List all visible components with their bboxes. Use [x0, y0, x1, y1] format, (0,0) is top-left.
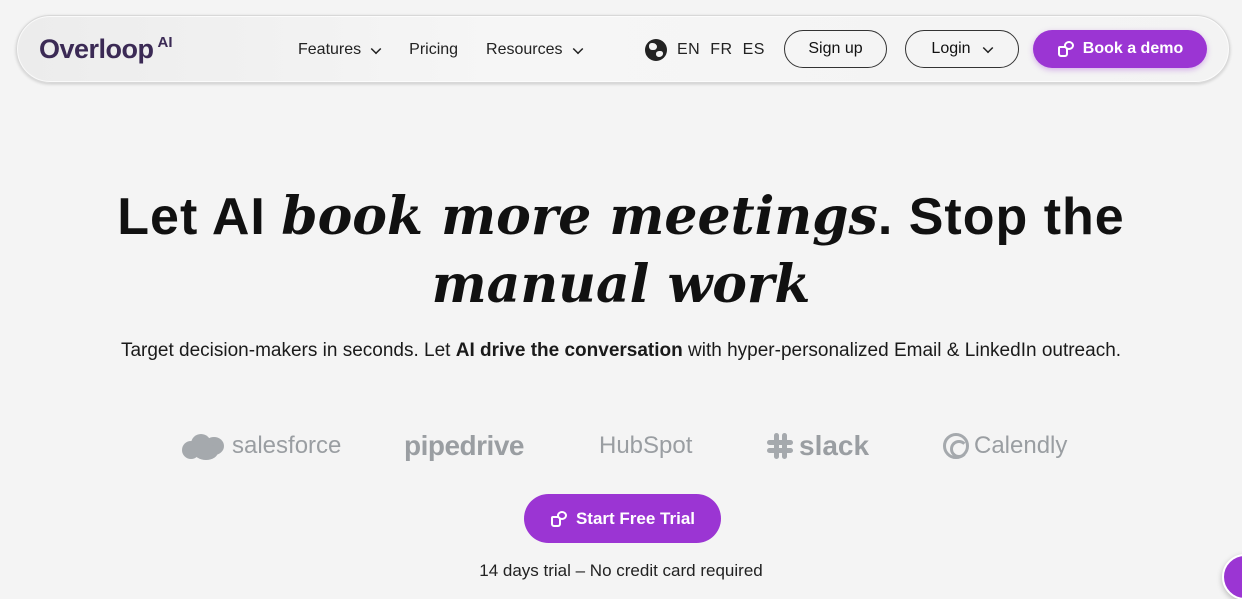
- nav-item-label: Resources: [486, 41, 563, 58]
- hubspot-wordmark: HubSpot: [599, 432, 693, 459]
- subheadline-text: with hyper-personalized Email & LinkedIn…: [682, 340, 1122, 361]
- headline-text: Let AI: [117, 188, 282, 246]
- chevron-down-icon: [370, 43, 382, 54]
- headline-text: . Stop the: [877, 188, 1125, 246]
- hero-headline: Let AI book more meetings. Stop the manu…: [0, 183, 1242, 319]
- login-dropdown-button[interactable]: Login: [905, 30, 1019, 68]
- integration-logos: salesforce pipedrive HubSpot slack Calen…: [0, 426, 1242, 466]
- subheadline-bold: AI drive the conversation: [455, 340, 683, 361]
- language-es[interactable]: ES: [743, 41, 765, 59]
- slack-logo: slack: [766, 426, 869, 466]
- chevron-down-icon: [572, 43, 583, 54]
- nav-item-label: Features: [298, 41, 362, 58]
- nav-item-resources[interactable]: Resources: [486, 41, 583, 59]
- language-fr[interactable]: FR: [710, 41, 732, 59]
- main-menu: Features Pricing Resources: [298, 16, 611, 84]
- login-label: Login: [931, 40, 971, 57]
- subheadline-text: Target decision-makers in seconds. Let: [120, 340, 456, 361]
- logo-ai-suffix: AI: [157, 34, 173, 51]
- calendly-logo: Calendly: [943, 426, 1067, 466]
- book-demo-label: Book a demo: [1082, 40, 1184, 57]
- salesforce-logo: salesforce: [182, 426, 341, 466]
- headline-emphasis: book more meetings: [281, 186, 878, 247]
- salesforce-wordmark: salesforce: [232, 432, 342, 459]
- headline-emphasis: manual work: [431, 254, 811, 315]
- globe-icon: [645, 39, 667, 61]
- slack-hash-icon: [766, 432, 794, 460]
- sign-up-button[interactable]: Sign up: [784, 30, 887, 68]
- start-free-trial-label: Start Free Trial: [575, 508, 696, 528]
- book-demo-button[interactable]: Book a demo: [1033, 30, 1207, 68]
- trial-icon: [550, 510, 568, 528]
- overloop-logo[interactable]: Overloop AI: [39, 32, 173, 66]
- slack-wordmark: slack: [799, 430, 870, 461]
- trial-note: 14 days trial – No credit card required: [479, 561, 763, 580]
- top-navigation-bar: Overloop AI Features Pricing Resources E…: [16, 15, 1230, 83]
- nav-item-features[interactable]: Features: [298, 41, 382, 59]
- calendly-wordmark: Calendly: [974, 432, 1068, 459]
- pipedrive-wordmark: pipedrive: [404, 430, 524, 461]
- salesforce-cloud-icon: [182, 432, 226, 460]
- nav-item-pricing[interactable]: Pricing: [409, 41, 458, 59]
- start-free-trial-button[interactable]: Start Free Trial: [524, 494, 721, 543]
- nav-item-label: Pricing: [409, 41, 459, 58]
- demo-icon: [1057, 40, 1075, 58]
- pipedrive-logo: pipedrive: [404, 426, 524, 466]
- hero-subheadline: Target decision-makers in seconds. Let A…: [96, 336, 1146, 366]
- calendly-c-icon: [943, 433, 969, 459]
- chevron-down-icon: [982, 42, 993, 53]
- language-en[interactable]: EN: [677, 41, 700, 59]
- logo-wordmark: Overloop: [39, 34, 154, 64]
- hubspot-logo: HubSpot: [599, 426, 692, 466]
- language-switcher: EN FR ES: [645, 16, 775, 84]
